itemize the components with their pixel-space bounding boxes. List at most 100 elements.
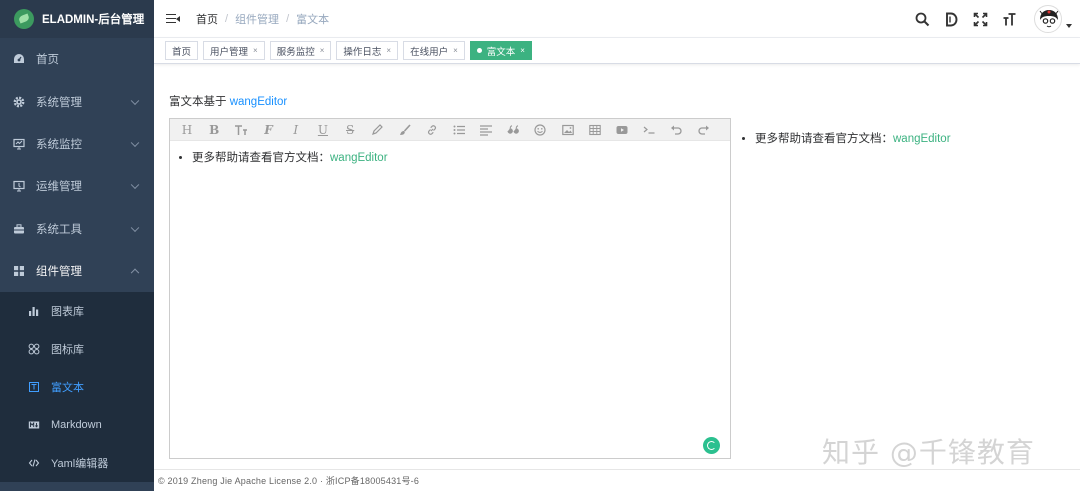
sidebar-item-label: 组件管理 [36, 266, 82, 279]
sidebar-item-home[interactable]: 首页 [0, 38, 154, 80]
close-icon[interactable]: × [520, 46, 525, 55]
sidebar-subitem-label: 富文本 [51, 382, 84, 395]
tag-label: 富文本 [486, 46, 516, 58]
breadcrumb-parent: 组件管理 [235, 13, 280, 26]
underline-icon[interactable]: U [316, 123, 330, 137]
sidebar-subitem-icons[interactable]: 图标库 [0, 330, 154, 368]
list-item: 更多帮助请查看官方文档：wangEditor [192, 149, 730, 165]
brand[interactable]: ELADMIN-后台管理 [0, 0, 154, 38]
strikethrough-icon[interactable]: S [343, 123, 357, 137]
sidebar-item-label: 运维管理 [36, 181, 82, 194]
sidebar-item-monitor[interactable]: 系统监控 [0, 123, 154, 165]
sidebar-item-tools[interactable]: 系统工具 [0, 208, 154, 250]
italic-icon[interactable]: I [289, 123, 303, 137]
sidebar-subitem-yaml[interactable]: Yaml编辑器 [0, 444, 154, 482]
tag-label: 在线用户 [410, 46, 449, 58]
search-icon[interactable] [915, 12, 930, 27]
close-icon[interactable]: × [453, 46, 458, 55]
sidebar-submenu: 图表库 图标库 富文本 Markdown Yaml编辑器 [0, 292, 154, 483]
sidebar-subitem-charts[interactable]: 图表库 [0, 292, 154, 330]
tag-service-monitor[interactable]: 服务监控 × [269, 41, 332, 60]
hamburger-icon[interactable] [166, 13, 180, 25]
chevron-down-icon [130, 138, 140, 148]
breadcrumb-current: 富文本 [296, 13, 330, 26]
tag-home[interactable]: 首页 [165, 41, 199, 60]
active-dot-icon [476, 48, 482, 53]
redo-icon[interactable] [697, 123, 711, 137]
docs-icon[interactable] [944, 12, 959, 27]
close-icon[interactable]: × [320, 46, 325, 55]
preview-pane: 更多帮助请查看官方文档：wangEditor [755, 130, 951, 146]
main-content: 富文本基于 wangEditor H B F I U S • 更多帮助请查看官方… [154, 64, 1080, 469]
tag-label: 操作日志 [343, 46, 382, 58]
heading-link[interactable]: wangEditor [230, 96, 288, 108]
breadcrumb-separator: / [225, 12, 229, 25]
link-icon[interactable] [425, 123, 439, 137]
heading-icon[interactable]: H [180, 123, 194, 137]
ops-monitor-icon [13, 180, 25, 192]
breadcrumb-separator: / [286, 12, 290, 25]
footer: © 2019 Zheng Jie Apache License 2.0 · 浙I… [154, 469, 1080, 491]
font-size-icon[interactable] [234, 123, 248, 137]
grid-icon [13, 265, 25, 277]
emoji-icon[interactable] [533, 123, 547, 137]
sidebar-item-components[interactable]: 组件管理 [0, 250, 154, 292]
code-icon [28, 457, 40, 469]
brush-icon[interactable] [398, 123, 412, 137]
preview-list: 更多帮助请查看官方文档：wangEditor [755, 130, 951, 146]
chevron-down-icon [130, 223, 140, 232]
sidebar-item-label: 系统管理 [36, 96, 82, 109]
image-icon[interactable] [561, 123, 575, 137]
sidebar-item-label: 系统监控 [36, 138, 82, 151]
font-family-icon[interactable]: F [262, 123, 276, 137]
tag-user-management[interactable]: 用户管理 × [203, 41, 265, 60]
chevron-down-icon [130, 180, 140, 190]
code-icon[interactable] [642, 123, 656, 137]
chevron-down-icon [130, 96, 140, 105]
tag-online-users[interactable]: 在线用户 × [403, 41, 465, 60]
gear-icon [13, 96, 25, 108]
heading-prefix: 富文本基于 [169, 96, 227, 108]
editor-list: 更多帮助请查看官方文档：wangEditor [192, 149, 730, 165]
sidebar-subitem-markdown[interactable]: Markdown [0, 406, 154, 444]
markdown-icon [28, 419, 40, 431]
sidebar-subitem-label: Yaml编辑器 [51, 458, 109, 471]
list-item: 更多帮助请查看官方文档：wangEditor [755, 130, 951, 146]
chevron-up-icon [130, 268, 140, 278]
close-icon[interactable]: × [253, 46, 258, 55]
quote-icon[interactable] [506, 123, 520, 137]
table-icon[interactable] [588, 123, 602, 137]
monitor-icon [13, 138, 25, 150]
watermark: 知乎 @千锋教育 [822, 436, 1035, 469]
align-icon[interactable] [479, 123, 493, 137]
sidebar-item-ops[interactable]: 运维管理 [0, 165, 154, 207]
navbar-actions [908, 0, 1072, 38]
close-icon[interactable]: × [386, 46, 391, 55]
sidebar-subitem-label: 图标库 [51, 344, 84, 357]
navbar: 首页 / 组件管理 / 富文本 [154, 0, 1080, 38]
breadcrumb: 首页 / 组件管理 / 富文本 [196, 11, 329, 27]
avatar[interactable] [1034, 5, 1062, 33]
sidebar-subitem-label: 图表库 [51, 306, 84, 319]
editor-item-link[interactable]: wangEditor [330, 152, 388, 164]
sidebar-item-system[interactable]: 系统管理 [0, 80, 154, 122]
editor-content[interactable]: 更多帮助请查看官方文档：wangEditor [170, 141, 730, 165]
pen-icon[interactable] [370, 123, 384, 137]
preview-item-link[interactable]: wangEditor [893, 133, 951, 145]
sidebar-subitem-richtext[interactable]: 富文本 [0, 368, 154, 406]
editor-toolbar: H B F I U S [170, 119, 730, 141]
tag-label: 首页 [172, 46, 192, 58]
sidebar-item-label: 系统工具 [36, 223, 82, 236]
loading-spinner-icon [703, 437, 720, 454]
chevron-down-icon[interactable] [1066, 24, 1072, 28]
bold-icon[interactable]: B [207, 123, 221, 137]
fullscreen-icon[interactable] [973, 12, 988, 27]
breadcrumb-home[interactable]: 首页 [196, 11, 218, 27]
tag-richtext[interactable]: 富文本 × [469, 41, 532, 60]
undo-icon[interactable] [669, 123, 683, 137]
tag-operation-log[interactable]: 操作日志 × [336, 41, 399, 60]
video-icon[interactable] [615, 123, 629, 137]
richtext-icon [28, 381, 40, 393]
list-icon[interactable] [452, 123, 466, 137]
font-size-icon[interactable] [1002, 12, 1017, 27]
